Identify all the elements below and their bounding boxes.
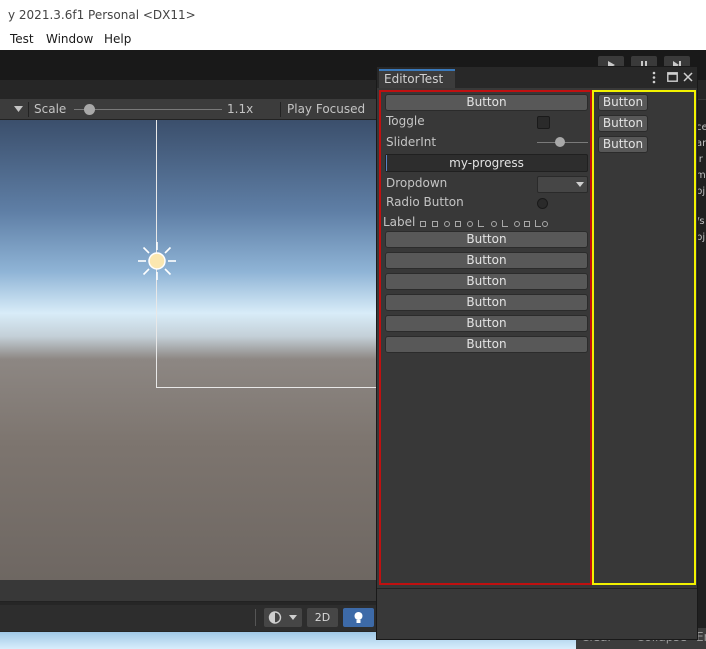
- scale-slider-thumb[interactable]: [84, 104, 95, 115]
- toggle-label: Toggle: [386, 114, 425, 128]
- slider-int[interactable]: [537, 137, 588, 148]
- editor-window-tab[interactable]: EditorTest: [379, 69, 455, 88]
- editor-window-divider: [377, 588, 697, 589]
- maximize-icon[interactable]: [667, 72, 678, 82]
- editor-window-header: EditorTest: [377, 67, 697, 88]
- title-bar: y 2021.3.6f1 Personal <DX11>: [0, 0, 706, 30]
- scale-label: Scale: [34, 102, 67, 116]
- slider-int-thumb[interactable]: [555, 137, 565, 147]
- scene-divider-strip: [0, 580, 380, 602]
- progress-bar: my-progress: [385, 154, 588, 172]
- more-options-icon[interactable]: [652, 71, 656, 84]
- slider-int-label: SliderInt: [386, 135, 437, 149]
- game-view-toolbar: Scale 1.1x Play Focused: [0, 99, 380, 120]
- menu-bar: Test Window Help: [0, 30, 706, 50]
- list-button[interactable]: Button: [385, 315, 588, 332]
- scale-slider-track: [74, 109, 222, 110]
- dropdown-field[interactable]: [537, 176, 588, 193]
- toolbar-divider: [28, 102, 29, 117]
- list-button[interactable]: Button: [385, 273, 588, 290]
- camera-frame: [156, 120, 396, 388]
- two-d-toggle[interactable]: 2D: [307, 608, 338, 627]
- list-button[interactable]: Button: [385, 336, 588, 353]
- radio-button-label: Radio Button: [386, 195, 464, 209]
- chevron-down-icon: [289, 615, 297, 620]
- list-button[interactable]: Button: [385, 252, 588, 269]
- dropdown-label: Dropdown: [386, 176, 448, 190]
- chevron-down-icon[interactable]: [14, 106, 23, 113]
- menu-help[interactable]: Help: [104, 32, 131, 46]
- lightbulb-icon: [354, 612, 363, 623]
- label-glyphs: [420, 220, 548, 227]
- label-text: Label: [383, 215, 416, 229]
- draw-mode-dropdown[interactable]: [264, 608, 302, 627]
- editor-window-title: EditorTest: [384, 72, 444, 86]
- game-view[interactable]: [0, 120, 396, 580]
- toggle-checkbox[interactable]: [537, 116, 550, 129]
- menu-window[interactable]: Window: [46, 32, 93, 46]
- play-focused-dropdown[interactable]: Play Focused: [287, 102, 365, 116]
- side-button[interactable]: Button: [598, 94, 648, 111]
- editor-test-window: EditorTest Button Toggle SliderInt my-pr…: [376, 66, 698, 640]
- side-button[interactable]: Button: [598, 136, 648, 153]
- sun-icon: [138, 242, 176, 280]
- toolbar-divider: [255, 609, 256, 626]
- chevron-down-icon: [576, 182, 584, 187]
- close-icon[interactable]: [683, 72, 693, 82]
- scale-slider[interactable]: [74, 103, 222, 116]
- scale-value: 1.1x: [227, 102, 254, 116]
- window-title: y 2021.3.6f1 Personal <DX11>: [8, 8, 196, 22]
- shading-mode-icon: [268, 611, 282, 624]
- top-button[interactable]: Button: [385, 94, 588, 111]
- progress-title: my-progress: [449, 156, 524, 170]
- toolbar-divider: [280, 102, 281, 117]
- side-button[interactable]: Button: [598, 115, 648, 132]
- menu-test[interactable]: Test: [10, 32, 34, 46]
- left-container: Button Toggle SliderInt my-progress Drop…: [379, 90, 592, 585]
- lighting-toggle[interactable]: [343, 608, 374, 627]
- radio-button[interactable]: [537, 198, 548, 209]
- scene-view-toolbar: 2D: [0, 605, 380, 631]
- list-button[interactable]: Button: [385, 231, 588, 248]
- right-container: Button Button Button: [592, 90, 696, 585]
- list-button[interactable]: Button: [385, 294, 588, 311]
